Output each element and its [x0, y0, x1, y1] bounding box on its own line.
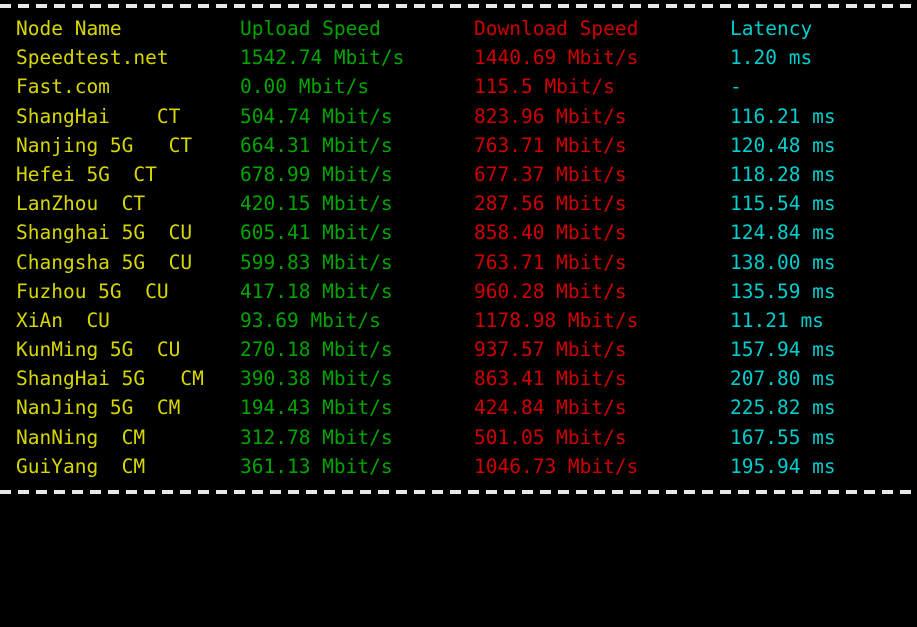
column-header-download-speed: Download Speed [474, 17, 639, 40]
cell-node-name: Nanjing 5G CT [16, 133, 193, 157]
terminal-window: Node Name Upload Speed Download Speed La… [0, 0, 917, 500]
table-row: Nanjing 5G CT 664.31 Mbit/s 763.71 Mbit/… [0, 131, 917, 160]
cell-latency: 120.48 ms [730, 133, 836, 157]
cell-download-speed: 858.40 Mbit/s [474, 221, 627, 245]
table-row: Fast.com 0.00 Mbit/s 115.5 Mbit/s - [0, 72, 917, 101]
cell-latency: 225.82 ms [730, 396, 836, 420]
cell-download-speed: 677.37 Mbit/s [474, 162, 627, 186]
cell-upload-speed: 194.43 Mbit/s [240, 396, 393, 420]
table-row: Shanghai 5G CU 605.41 Mbit/s 858.40 Mbit… [0, 218, 917, 247]
table-row: GuiYang CM 361.13 Mbit/s 1046.73 Mbit/s … [0, 452, 917, 481]
cell-latency: 118.28 ms [730, 162, 836, 186]
table-header-row: Node Name Upload Speed Download Speed La… [0, 14, 917, 43]
cell-node-name: XiAn CU [16, 308, 110, 332]
table-row: Speedtest.net 1542.74 Mbit/s 1440.69 Mbi… [0, 43, 917, 72]
cell-node-name: Speedtest.net [16, 46, 169, 70]
table-row: NanNing CM 312.78 Mbit/s 501.05 Mbit/s 1… [0, 423, 917, 452]
cell-node-name: Changsha 5G CU [16, 250, 193, 274]
cell-upload-speed: 664.31 Mbit/s [240, 133, 393, 157]
cell-upload-speed: 599.83 Mbit/s [240, 250, 393, 274]
speedtest-results-table: Node Name Upload Speed Download Speed La… [0, 14, 917, 481]
cell-latency: 157.94 ms [730, 338, 836, 362]
cell-latency: 138.00 ms [730, 250, 836, 274]
cell-download-speed: 823.96 Mbit/s [474, 104, 627, 128]
cell-upload-speed: 93.69 Mbit/s [240, 308, 381, 332]
cell-download-speed: 1440.69 Mbit/s [474, 46, 639, 70]
cell-node-name: LanZhou CT [16, 192, 146, 216]
cell-node-name: ShangHai CT [16, 104, 181, 128]
table-row: Changsha 5G CU 599.83 Mbit/s 763.71 Mbit… [0, 248, 917, 277]
cell-node-name: NanJing 5G CM [16, 396, 181, 420]
cell-download-speed: 763.71 Mbit/s [474, 133, 627, 157]
separator-top [0, 4, 917, 8]
cell-upload-speed: 270.18 Mbit/s [240, 338, 393, 362]
cell-node-name: Shanghai 5G CU [16, 221, 193, 245]
table-row: Hefei 5G CT 678.99 Mbit/s 677.37 Mbit/s … [0, 160, 917, 189]
cell-download-speed: 115.5 Mbit/s [474, 75, 615, 99]
cell-node-name: ShangHai 5G CM [16, 367, 204, 391]
cell-latency: 124.84 ms [730, 221, 836, 245]
separator-bottom [0, 490, 917, 494]
cell-latency: - [730, 75, 742, 99]
cell-latency: 207.80 ms [730, 367, 836, 391]
cell-node-name: Fuzhou 5G CU [16, 279, 169, 303]
cell-latency: 115.54 ms [730, 192, 836, 216]
table-row: ShangHai 5G CM 390.38 Mbit/s 863.41 Mbit… [0, 364, 917, 393]
table-row: Fuzhou 5G CU 417.18 Mbit/s 960.28 Mbit/s… [0, 277, 917, 306]
cell-node-name: GuiYang CM [16, 454, 146, 478]
cell-upload-speed: 390.38 Mbit/s [240, 367, 393, 391]
cell-upload-speed: 361.13 Mbit/s [240, 454, 393, 478]
cell-download-speed: 1178.98 Mbit/s [474, 308, 639, 332]
cell-download-speed: 1046.73 Mbit/s [474, 454, 639, 478]
cell-download-speed: 960.28 Mbit/s [474, 279, 627, 303]
table-row: XiAn CU 93.69 Mbit/s 1178.98 Mbit/s 11.2… [0, 306, 917, 335]
cell-download-speed: 863.41 Mbit/s [474, 367, 627, 391]
cell-upload-speed: 0.00 Mbit/s [240, 75, 370, 99]
table-row: KunMing 5G CU 270.18 Mbit/s 937.57 Mbit/… [0, 335, 917, 364]
cell-node-name: NanNing CM [16, 425, 146, 449]
table-row: LanZhou CT 420.15 Mbit/s 287.56 Mbit/s 1… [0, 189, 917, 218]
cell-upload-speed: 417.18 Mbit/s [240, 279, 393, 303]
cell-node-name: KunMing 5G CU [16, 338, 181, 362]
cell-latency: 11.21 ms [730, 308, 824, 332]
table-row: ShangHai CT 504.74 Mbit/s 823.96 Mbit/s … [0, 102, 917, 131]
cell-download-speed: 287.56 Mbit/s [474, 192, 627, 216]
cell-upload-speed: 420.15 Mbit/s [240, 192, 393, 216]
cell-download-speed: 501.05 Mbit/s [474, 425, 627, 449]
cell-download-speed: 424.84 Mbit/s [474, 396, 627, 420]
cell-latency: 195.94 ms [730, 454, 836, 478]
cell-upload-speed: 678.99 Mbit/s [240, 162, 393, 186]
cell-upload-speed: 605.41 Mbit/s [240, 221, 393, 245]
column-header-latency: Latency [730, 17, 813, 40]
cell-latency: 167.55 ms [730, 425, 836, 449]
cell-latency: 1.20 ms [730, 46, 813, 70]
cell-latency: 135.59 ms [730, 279, 836, 303]
cell-upload-speed: 1542.74 Mbit/s [240, 46, 405, 70]
cell-download-speed: 763.71 Mbit/s [474, 250, 627, 274]
cell-node-name: Fast.com [16, 75, 110, 99]
cell-node-name: Hefei 5G CT [16, 162, 157, 186]
cell-upload-speed: 504.74 Mbit/s [240, 104, 393, 128]
cell-latency: 116.21 ms [730, 104, 836, 128]
cell-download-speed: 937.57 Mbit/s [474, 338, 627, 362]
cell-upload-speed: 312.78 Mbit/s [240, 425, 393, 449]
column-header-upload-speed: Upload Speed [240, 17, 381, 40]
table-row: NanJing 5G CM 194.43 Mbit/s 424.84 Mbit/… [0, 393, 917, 422]
column-header-node-name: Node Name [16, 17, 122, 40]
